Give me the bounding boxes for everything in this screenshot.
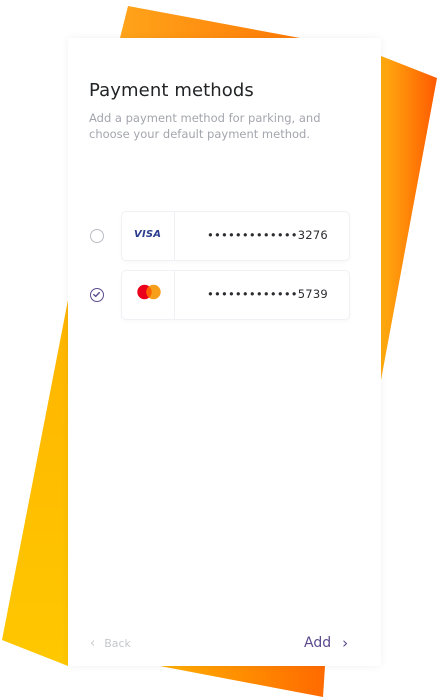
add-button[interactable]: Add › (304, 632, 348, 654)
radio-empty-icon[interactable] (90, 229, 104, 243)
check-circle-icon[interactable] (90, 288, 104, 302)
footer-nav: ‹ Back Add › (68, 631, 381, 655)
masked-card-number: •••••••••••••3276 (207, 228, 328, 242)
visa-logo: VISA (134, 229, 162, 240)
mastercard-logo (137, 284, 161, 300)
card-logo-cell: VISA (122, 212, 175, 260)
add-label: Add (304, 635, 332, 651)
payment-method-row-visa: VISA •••••••••••••3276 (68, 212, 381, 260)
back-button[interactable]: ‹ Back (90, 634, 131, 652)
card-logo-cell (122, 271, 175, 319)
payment-methods-card: Payment methods Add a payment method for… (68, 38, 381, 666)
payment-card-mastercard[interactable]: •••••••••••••5739 (122, 271, 349, 319)
payment-card-visa[interactable]: VISA •••••••••••••3276 (122, 212, 349, 260)
masked-card-number: •••••••••••••5739 (207, 287, 328, 301)
chevron-right-icon: › (342, 634, 349, 652)
page-subtitle: Add a payment method for parking, and ch… (89, 111, 321, 141)
page-title: Payment methods (89, 80, 254, 101)
back-label: Back (104, 636, 131, 650)
chevron-left-icon: ‹ (90, 635, 96, 651)
payment-method-row-mastercard: •••••••••••••5739 (68, 271, 381, 319)
